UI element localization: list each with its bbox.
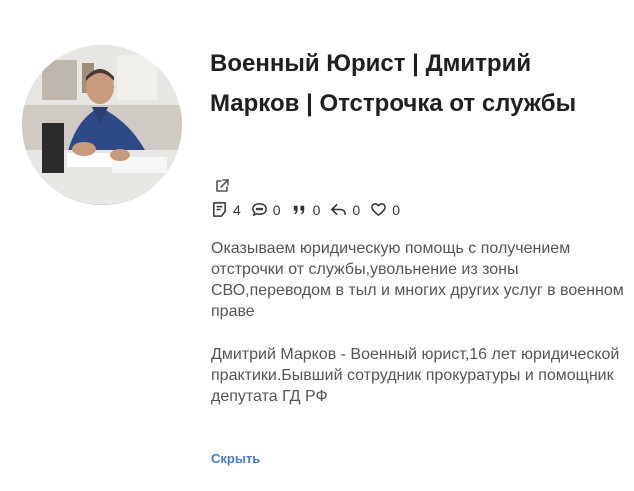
likes-count: 0: [392, 201, 400, 218]
stat-quotes[interactable]: 0: [291, 201, 321, 218]
post-icon: [213, 202, 226, 217]
quotes-count: 0: [312, 201, 321, 218]
comments-count: 0: [272, 201, 281, 218]
page-title: Военный Юрист | Дмитрий Марков | Отстроч…: [210, 50, 577, 117]
stat-likes[interactable]: 0: [370, 201, 400, 218]
avatar-photo: [22, 45, 182, 205]
avatar[interactable]: [22, 45, 182, 205]
quote-icon: [293, 205, 304, 215]
stats-bar: 4 0 0 0 0: [211, 201, 410, 218]
external-link-icon[interactable]: [213, 177, 231, 195]
description-paragraph-2: Дмитрий Марков - Военный юрист,16 лет юр…: [211, 346, 620, 405]
description: Оказываем юридическую помощь с получение…: [211, 238, 631, 407]
comment-icon: [251, 203, 267, 216]
heart-icon: [371, 203, 387, 216]
stat-posts[interactable]: 4: [211, 201, 241, 218]
stat-reposts[interactable]: 0: [330, 201, 360, 218]
reposts-count: 0: [352, 201, 361, 218]
hide-link[interactable]: Скрыть: [211, 451, 260, 466]
posts-count: 4: [233, 201, 241, 218]
repost-icon: [331, 203, 347, 216]
description-paragraph-1: Оказываем юридическую помощь с получение…: [211, 240, 624, 320]
stat-comments[interactable]: 0: [251, 201, 281, 218]
